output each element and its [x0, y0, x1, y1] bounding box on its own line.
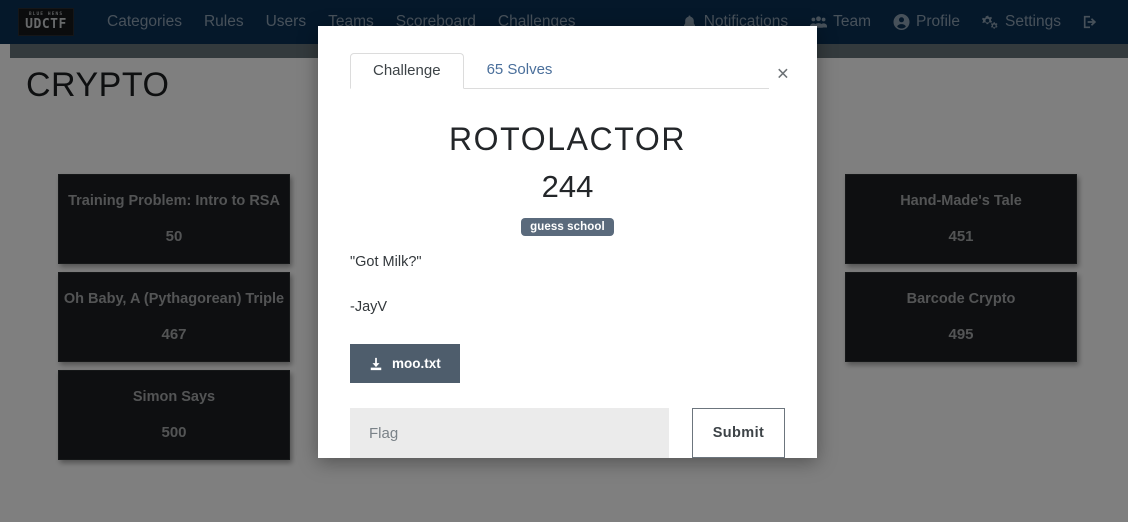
submit-button[interactable]: Submit — [692, 408, 785, 459]
description-line-2: -JayV — [350, 299, 388, 316]
challenge-title: ROTOLACTOR — [448, 121, 687, 157]
modal-tabs: Challenge 65 Solves — [350, 52, 769, 89]
description-line-1: "Got Milk?" — [350, 254, 422, 270]
tab-solves[interactable]: 65 Solves — [464, 52, 576, 88]
download-icon — [370, 357, 382, 370]
screen: BLUE HENS UDCTF Categories Rules Users T… — [0, 0, 1128, 522]
challenge-modal: Challenge 65 Solves × ROTOLACTOR 244 gue… — [318, 26, 817, 459]
flag-input[interactable] — [350, 408, 669, 459]
modal-header: Challenge 65 Solves × — [318, 26, 817, 89]
flag-submit-row: Submit — [350, 408, 785, 459]
challenge-tag[interactable]: guess school — [521, 218, 614, 236]
challenge-description: "Got Milk?" -JayV — [350, 252, 785, 318]
challenge-points: 244 — [541, 169, 594, 204]
download-file-button[interactable]: moo.txt — [350, 344, 460, 384]
close-icon[interactable]: × — [777, 64, 789, 85]
tab-challenge[interactable]: Challenge — [350, 53, 464, 89]
modal-body: ROTOLACTOR 244 guess school "Got Milk?" … — [318, 121, 817, 459]
challenge-tags: guess school — [350, 217, 785, 236]
file-name: moo.txt — [392, 356, 441, 372]
